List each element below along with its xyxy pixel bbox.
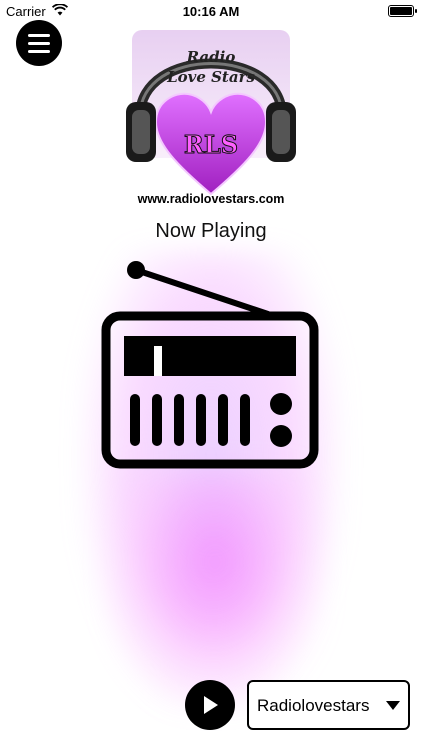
battery-icon (388, 5, 417, 17)
play-button[interactable] (185, 680, 235, 730)
logo-text-line1: Radio (186, 48, 236, 66)
status-bar: Carrier 10:16 AM (0, 0, 422, 22)
logo-abbreviation: RLS (183, 130, 239, 160)
station-logo: Radio Love Stars RLS www.radiolovestars.… (118, 26, 304, 206)
logo-url: www.radiolovestars.com (137, 192, 285, 206)
clock: 10:16 AM (182, 4, 240, 19)
background-glow-lower (110, 470, 320, 700)
station-select-value: Radiolovestars (257, 696, 370, 715)
radio-icon (101, 261, 319, 469)
station-select[interactable]: Radiolovestars (247, 680, 410, 730)
play-icon (204, 696, 218, 714)
hamburger-menu-icon[interactable] (16, 20, 62, 66)
now-playing-label: Now Playing (155, 220, 267, 242)
chevron-down-icon (386, 701, 400, 710)
logo-text-line2: Love Stars (167, 68, 255, 86)
